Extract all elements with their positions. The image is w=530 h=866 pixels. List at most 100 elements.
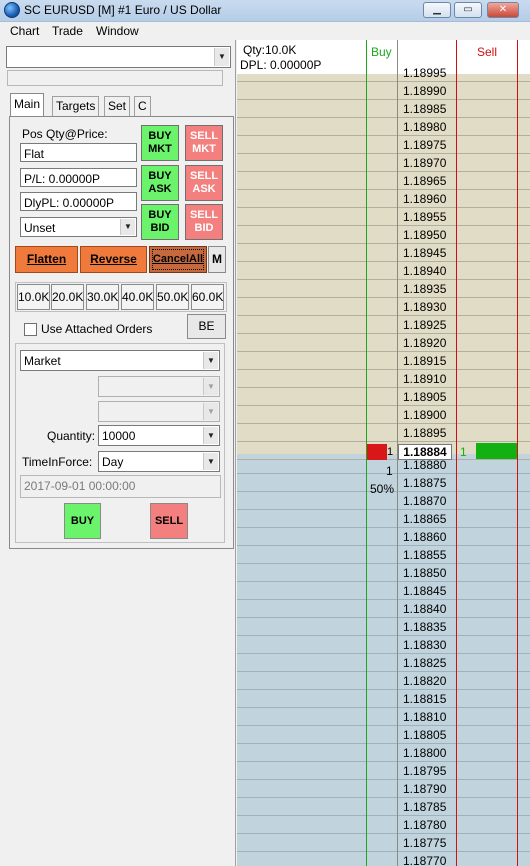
order-type-select[interactable]: Market ▼	[20, 350, 220, 371]
sell-button[interactable]: SELL	[150, 503, 188, 539]
ladder-row[interactable]: 1.18940	[237, 262, 530, 280]
ladder-price: 1.18785	[403, 800, 447, 814]
tab-set[interactable]: Set	[104, 96, 131, 116]
qty-preset-40k[interactable]: 40.0K	[121, 284, 154, 310]
buy-market-label-1: BUY	[148, 130, 172, 142]
menu-chart[interactable]: Chart	[10, 24, 39, 38]
ladder-row[interactable]: 1.18945	[237, 244, 530, 262]
chevron-down-icon: ▼	[120, 219, 135, 235]
ladder-row[interactable]: 1.18840	[237, 600, 530, 618]
current-price: 1.18884	[398, 444, 452, 460]
ladder-row[interactable]: 1.18775	[237, 834, 530, 852]
tab-c[interactable]: C	[134, 96, 151, 116]
ladder-row[interactable]: 1.18980	[237, 118, 530, 136]
quantity-select[interactable]: 10000 ▼	[98, 425, 220, 446]
buy-button[interactable]: BUY	[64, 503, 101, 539]
tif-label: TimeInForce:	[22, 455, 93, 469]
ladder-row[interactable]: 1.18845	[237, 582, 530, 600]
account-select[interactable]: ▼	[6, 46, 231, 68]
ladder-row[interactable]: 1.18895	[237, 424, 530, 442]
ladder-row[interactable]: 1.18820	[237, 672, 530, 690]
ladder-row[interactable]: 1.18985	[237, 100, 530, 118]
flatten-button[interactable]: Flatten	[15, 246, 78, 273]
qty-preset-30k[interactable]: 30.0K	[86, 284, 119, 310]
buy-market-button[interactable]: BUY MKT	[141, 125, 179, 161]
close-button[interactable]: ✕	[487, 2, 519, 18]
ladder-row[interactable]: 1.18810	[237, 708, 530, 726]
cancel-all-button[interactable]: CancelAll	[149, 246, 207, 273]
menu-trade[interactable]: Trade	[52, 24, 83, 38]
tif-select[interactable]: Day ▼	[98, 451, 220, 472]
qty-preset-50k[interactable]: 50.0K	[156, 284, 189, 310]
ladder-price: 1.18775	[403, 836, 447, 850]
ladder-row[interactable]: 1.18920	[237, 334, 530, 352]
ladder-row[interactable]: 1.18815	[237, 690, 530, 708]
chevron-down-icon: ▼	[214, 48, 229, 66]
tab-targets[interactable]: Targets	[52, 96, 100, 116]
ladder-row[interactable]: 1.18935	[237, 280, 530, 298]
ladder-row[interactable]: 1.18785	[237, 798, 530, 816]
ladder-price: 1.18855	[403, 548, 447, 562]
ladder-row[interactable]: 1.18770	[237, 852, 530, 866]
ladder-row[interactable]: 1.18900	[237, 406, 530, 424]
ladder-price: 1.18860	[403, 530, 447, 544]
ladder-price: 1.18990	[403, 84, 447, 98]
buy-bid-button[interactable]: BUY BID	[141, 204, 179, 240]
ladder-row[interactable]: 1.18925	[237, 316, 530, 334]
qty-preset-20k[interactable]: 20.0K	[51, 284, 84, 310]
ladder-row[interactable]: 1.18915	[237, 352, 530, 370]
sell-market-button[interactable]: SELL MKT	[185, 125, 223, 161]
buy-ask-button[interactable]: BUY ASK	[141, 165, 179, 201]
sell-market-label-1: SELL	[189, 130, 219, 142]
qty-preset-10k[interactable]: 10.0K	[17, 284, 50, 310]
ladder-row[interactable]: 1.18930	[237, 298, 530, 316]
ladder-price: 1.18945	[403, 246, 447, 260]
ladder-row[interactable]: 1.18910	[237, 370, 530, 388]
price-select[interactable]: ▼	[98, 376, 220, 397]
ladder-row[interactable]: 1.18830	[237, 636, 530, 654]
sell-bid-button[interactable]: SELL BID	[185, 204, 223, 240]
position-mode-select[interactable]: Unset ▼	[20, 217, 137, 237]
buy-column-header: Buy	[371, 45, 392, 59]
ladder-row[interactable]: 1.18805	[237, 726, 530, 744]
ladder-row[interactable]: 1.18795	[237, 762, 530, 780]
ladder-price: 1.18920	[403, 336, 447, 350]
qty-preset-60k[interactable]: 60.0K	[191, 284, 224, 310]
ladder-row[interactable]: 1.18865	[237, 510, 530, 528]
tab-main[interactable]: Main	[10, 93, 45, 117]
reverse-button[interactable]: Reverse	[80, 246, 147, 273]
ladder-row[interactable]: 1.18860	[237, 528, 530, 546]
ladder-row[interactable]: 1.18850	[237, 564, 530, 582]
attached-orders-checkbox[interactable]	[24, 323, 37, 336]
ladder-row[interactable]: 1.18975	[237, 136, 530, 154]
ladder-row[interactable]: 1.18835	[237, 618, 530, 636]
ladder-row[interactable]: 1.18790	[237, 780, 530, 798]
ladder-row[interactable]: 1.18995	[237, 64, 530, 82]
good-till-datetime-field[interactable]: 2017-09-01 00:00:00	[20, 475, 221, 498]
ladder-price: 1.18900	[403, 408, 447, 422]
attached-orders-label: Use Attached Orders	[41, 322, 153, 336]
ladder-row[interactable]: 1.18955	[237, 208, 530, 226]
ladder-price: 1.18845	[403, 584, 447, 598]
ladder-row[interactable]: 1.18855	[237, 546, 530, 564]
ladder-row[interactable]: 1.18825	[237, 654, 530, 672]
maximize-button[interactable]: ▭	[454, 2, 482, 18]
price-ladder: Qty:10.0K DPL: 0.00000P Buy Sell 1.18995…	[237, 40, 530, 866]
ladder-row[interactable]: 1.18950	[237, 226, 530, 244]
price2-select[interactable]: ▼	[98, 401, 220, 422]
ladder-row[interactable]: 1.18990	[237, 82, 530, 100]
order-type-value: Market	[24, 354, 61, 368]
breakeven-button[interactable]: BE	[187, 314, 226, 339]
ladder-price: 1.18780	[403, 818, 447, 832]
ladder-row[interactable]: 1.18905	[237, 388, 530, 406]
menu-window[interactable]: Window	[96, 24, 139, 38]
sell-ask-button[interactable]: SELL ASK	[185, 165, 223, 201]
m-button[interactable]: M	[208, 246, 226, 273]
ladder-row[interactable]: 1.18965	[237, 172, 530, 190]
ladder-row[interactable]: 1.18780	[237, 816, 530, 834]
ladder-row[interactable]: 1.18970	[237, 154, 530, 172]
buy-market-label-2: MKT	[148, 143, 172, 155]
minimize-button[interactable]: ▁	[423, 2, 451, 18]
ladder-row[interactable]: 1.18800	[237, 744, 530, 762]
ladder-row[interactable]: 1.18960	[237, 190, 530, 208]
